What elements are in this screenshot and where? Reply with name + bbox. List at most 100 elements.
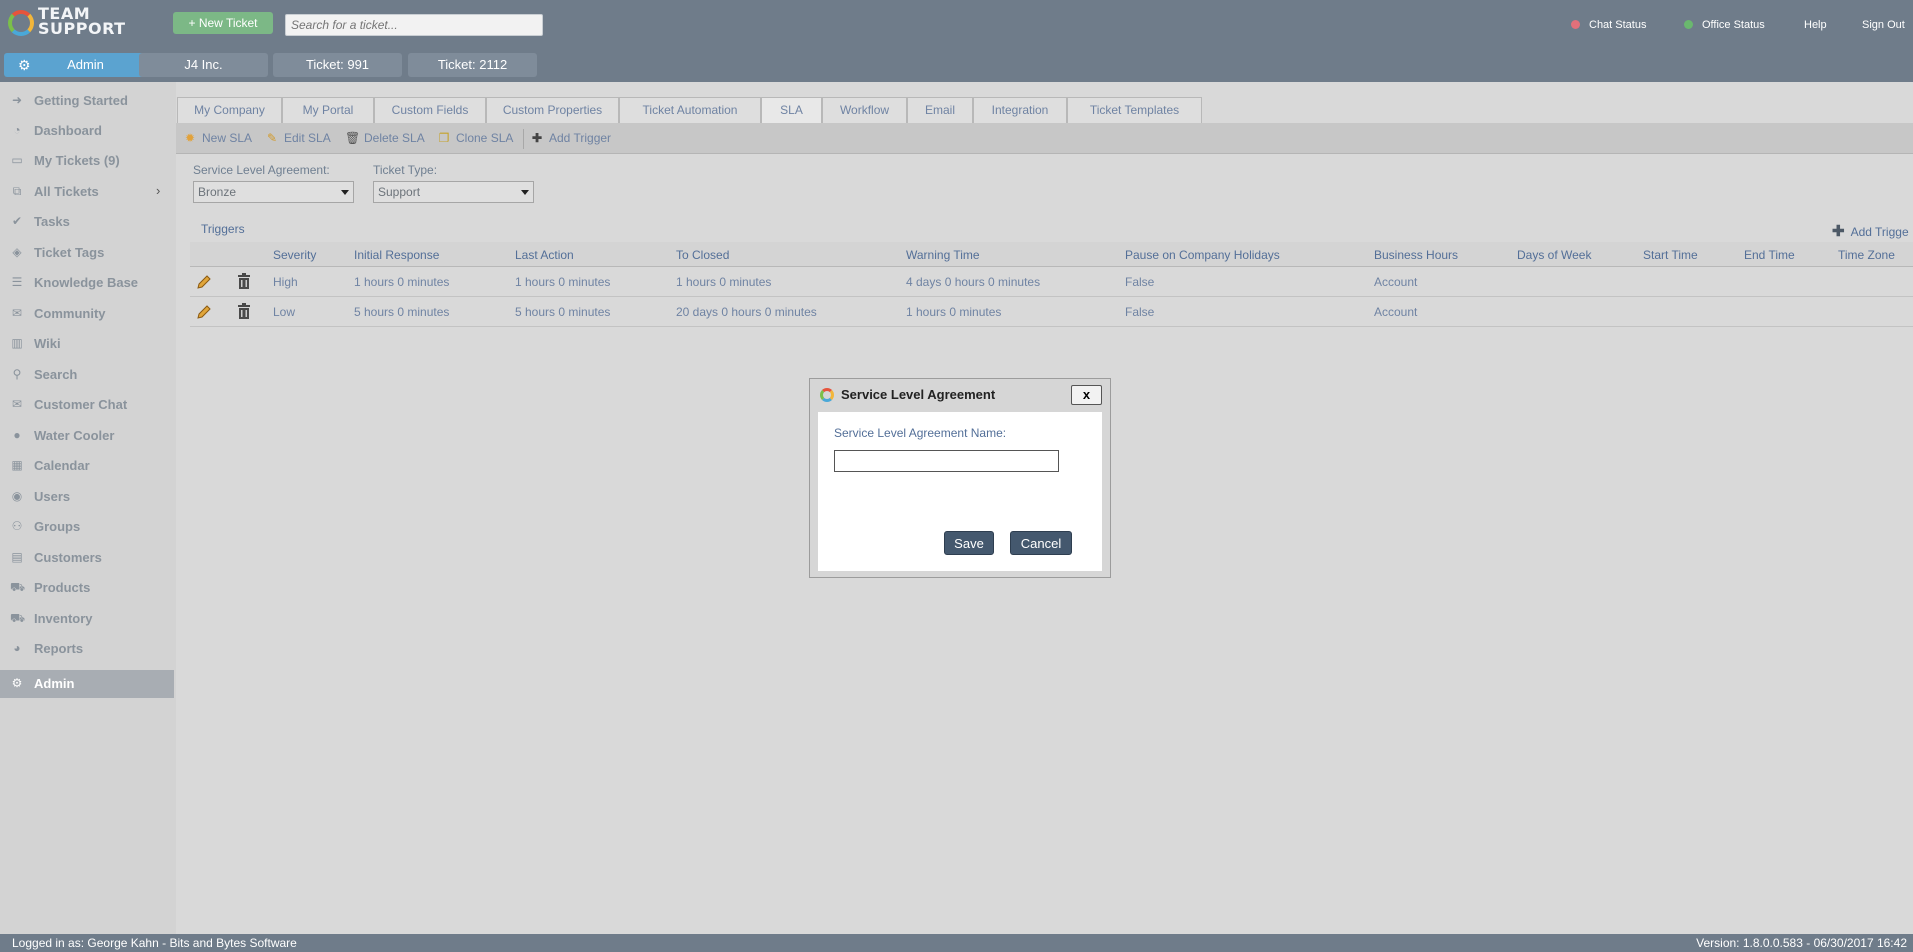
tab-custom-fields[interactable]: Custom Fields (374, 97, 486, 123)
logo-ring-icon (8, 10, 34, 36)
chat-status-dot-icon (1571, 20, 1580, 29)
col-days-of-week[interactable]: Days of Week (1517, 248, 1591, 262)
book-icon: ▥ (11, 336, 23, 350)
save-button[interactable]: Save (944, 531, 994, 555)
new-sla-button[interactable]: ✹ New SLA (183, 131, 252, 145)
sidebar-item-inventory[interactable]: ⛟ Inventory (0, 605, 174, 633)
sla-select[interactable]: Bronze (193, 181, 354, 203)
trash-icon[interactable] (237, 303, 251, 319)
col-warning-time[interactable]: Warning Time (906, 248, 980, 262)
col-end-time[interactable]: End Time (1744, 248, 1795, 262)
tab-ticket-991[interactable]: Ticket: 991 (273, 53, 402, 77)
new-ticket-button[interactable]: + New Ticket (173, 12, 273, 34)
cell-severity: High (273, 275, 298, 289)
sidebar-item-knowledge-base[interactable]: ☰ Knowledge Base (0, 269, 174, 297)
tab-j4-inc[interactable]: J4 Inc. (139, 53, 268, 77)
tab-workflow[interactable]: Workflow (822, 97, 907, 123)
office-status-toggle[interactable]: Office Status (1684, 19, 1765, 31)
col-last-action[interactable]: Last Action (515, 248, 574, 262)
teamsupport-logo[interactable]: TEAM SUPPORT (8, 6, 152, 40)
cancel-button[interactable]: Cancel (1010, 531, 1072, 555)
help-link[interactable]: Help (1804, 19, 1827, 31)
edit-sla-button[interactable]: ✎ Edit SLA (265, 131, 331, 145)
sidebar-item-getting-started[interactable]: ➜ Getting Started (0, 87, 174, 115)
col-business-hours[interactable]: Business Hours (1374, 248, 1458, 262)
pencil-icon[interactable] (196, 274, 212, 290)
pencil-icon[interactable] (196, 304, 212, 320)
sidebar-item-tasks[interactable]: ✔ Tasks (0, 208, 174, 236)
add-trigger-toolbar-button[interactable]: ✚ Add Trigger (530, 131, 611, 145)
chat-bubbles-icon: ✉ (11, 397, 23, 411)
teamsupport-logo-icon (820, 388, 834, 402)
sidebar-item-dashboard[interactable]: ◔ Dashboard (0, 117, 174, 145)
sidebar-item-water-cooler[interactable]: ● Water Cooler (0, 422, 174, 450)
status-footer: Logged in as: George Kahn - Bits and Byt… (0, 934, 1913, 952)
sign-out-link[interactable]: Sign Out (1862, 19, 1905, 31)
chevron-down-icon (341, 190, 349, 195)
tab-integration[interactable]: Integration (973, 97, 1067, 123)
sidebar-item-community[interactable]: ✉ Community (0, 300, 174, 328)
edit-sla-label: Edit SLA (284, 131, 331, 145)
drop-icon: ● (13, 428, 21, 442)
toolbar-divider (523, 129, 524, 149)
delete-sla-button[interactable]: 🗑 Delete SLA (345, 131, 425, 145)
sidebar-item-customers[interactable]: ▤ Customers (0, 544, 174, 572)
sidebar-item-my-tickets[interactable]: ▭ My Tickets (9) (0, 147, 174, 175)
add-trigger-toolbar-label: Add Trigger (549, 131, 612, 145)
sidebar-item-groups[interactable]: ⚇ Groups (0, 513, 174, 541)
tab-ticket-automation[interactable]: Ticket Automation (619, 97, 761, 123)
tab-ticket-2112-label: Ticket: 2112 (437, 57, 508, 72)
col-pause-on-holidays[interactable]: Pause on Company Holidays (1125, 248, 1280, 262)
col-severity[interactable]: Severity (273, 248, 316, 262)
col-initial-response[interactable]: Initial Response (354, 248, 439, 262)
ticket-type-select[interactable]: Support (373, 181, 534, 203)
office-status-dot-icon (1684, 20, 1693, 29)
trash-icon[interactable] (237, 273, 251, 289)
sla-name-label: Service Level Agreement Name: (834, 426, 1007, 440)
sidebar-item-all-tickets[interactable]: ⧉ All Tickets › (0, 178, 174, 206)
delete-sla-label: Delete SLA (364, 131, 425, 145)
cell-last-action: 5 hours 0 minutes (515, 305, 611, 319)
tab-sla[interactable]: SLA (761, 97, 822, 123)
stack-icon: ☰ (11, 275, 23, 289)
col-start-time[interactable]: Start Time (1643, 248, 1698, 262)
cell-to-closed: 20 days 0 hours 0 minutes (676, 305, 817, 319)
tab-my-portal[interactable]: My Portal (282, 97, 374, 123)
sidebar-item-admin[interactable]: ⚙ Admin (0, 670, 174, 698)
col-to-closed[interactable]: To Closed (676, 248, 729, 262)
building-icon: ▤ (11, 550, 23, 564)
tab-j4-inc-label: J4 Inc. (184, 57, 223, 72)
plus-icon: ✚ (1832, 223, 1845, 240)
ticket-search-input[interactable] (285, 14, 543, 36)
tab-email[interactable]: Email (907, 97, 973, 123)
sidebar-item-calendar[interactable]: ▦ Calendar (0, 452, 174, 480)
sidebar-item-reports[interactable]: ◕ Reports (0, 635, 174, 663)
clone-sla-button[interactable]: ❐ Clone SLA (437, 131, 514, 145)
sidebar-item-products[interactable]: ⛟ Products (0, 574, 174, 602)
sla-name-input[interactable] (834, 450, 1059, 472)
sidebar-item-ticket-tags[interactable]: ◈ Ticket Tags (0, 239, 174, 267)
add-trigger-button[interactable]: ✚ Add Trigge (1832, 222, 1909, 240)
sidebar-item-users[interactable]: ◉ Users (0, 483, 174, 511)
cell-initial-response: 1 hours 0 minutes (354, 275, 450, 289)
add-trigger-label: Add Trigge (1850, 225, 1909, 239)
tab-my-company[interactable]: My Company (177, 97, 282, 123)
tab-custom-properties[interactable]: Custom Properties (486, 97, 619, 123)
clone-icon: ❐ (438, 131, 450, 145)
dialog-close-button[interactable]: x (1071, 385, 1102, 405)
sidebar-item-search[interactable]: ⚲ Search (0, 361, 174, 389)
tab-ticket-2112[interactable]: Ticket: 2112 (408, 53, 537, 77)
chat-status-toggle[interactable]: Chat Status (1571, 19, 1646, 31)
pencil-icon: ✎ (266, 131, 278, 145)
gear-icon: ⚙ (18, 57, 31, 73)
sla-toolbar: ✹ New SLA ✎ Edit SLA 🗑 Delete SLA ❐ Clone SL… (176, 123, 1913, 154)
cell-business-hours: Account (1374, 275, 1418, 289)
chevron-right-icon: › (156, 183, 161, 198)
cell-to-closed: 1 hours 0 minutes (676, 275, 772, 289)
sidebar-item-wiki[interactable]: ▥ Wiki (0, 330, 174, 358)
tab-ticket-templates[interactable]: Ticket Templates (1067, 97, 1202, 123)
dialog-title: Service Level Agreement (841, 387, 996, 402)
triggers-grid-header: Severity Initial Response Last Action To… (190, 242, 1913, 267)
col-time-zone[interactable]: Time Zone (1838, 248, 1895, 262)
sidebar-item-customer-chat[interactable]: ✉ Customer Chat (0, 391, 174, 419)
